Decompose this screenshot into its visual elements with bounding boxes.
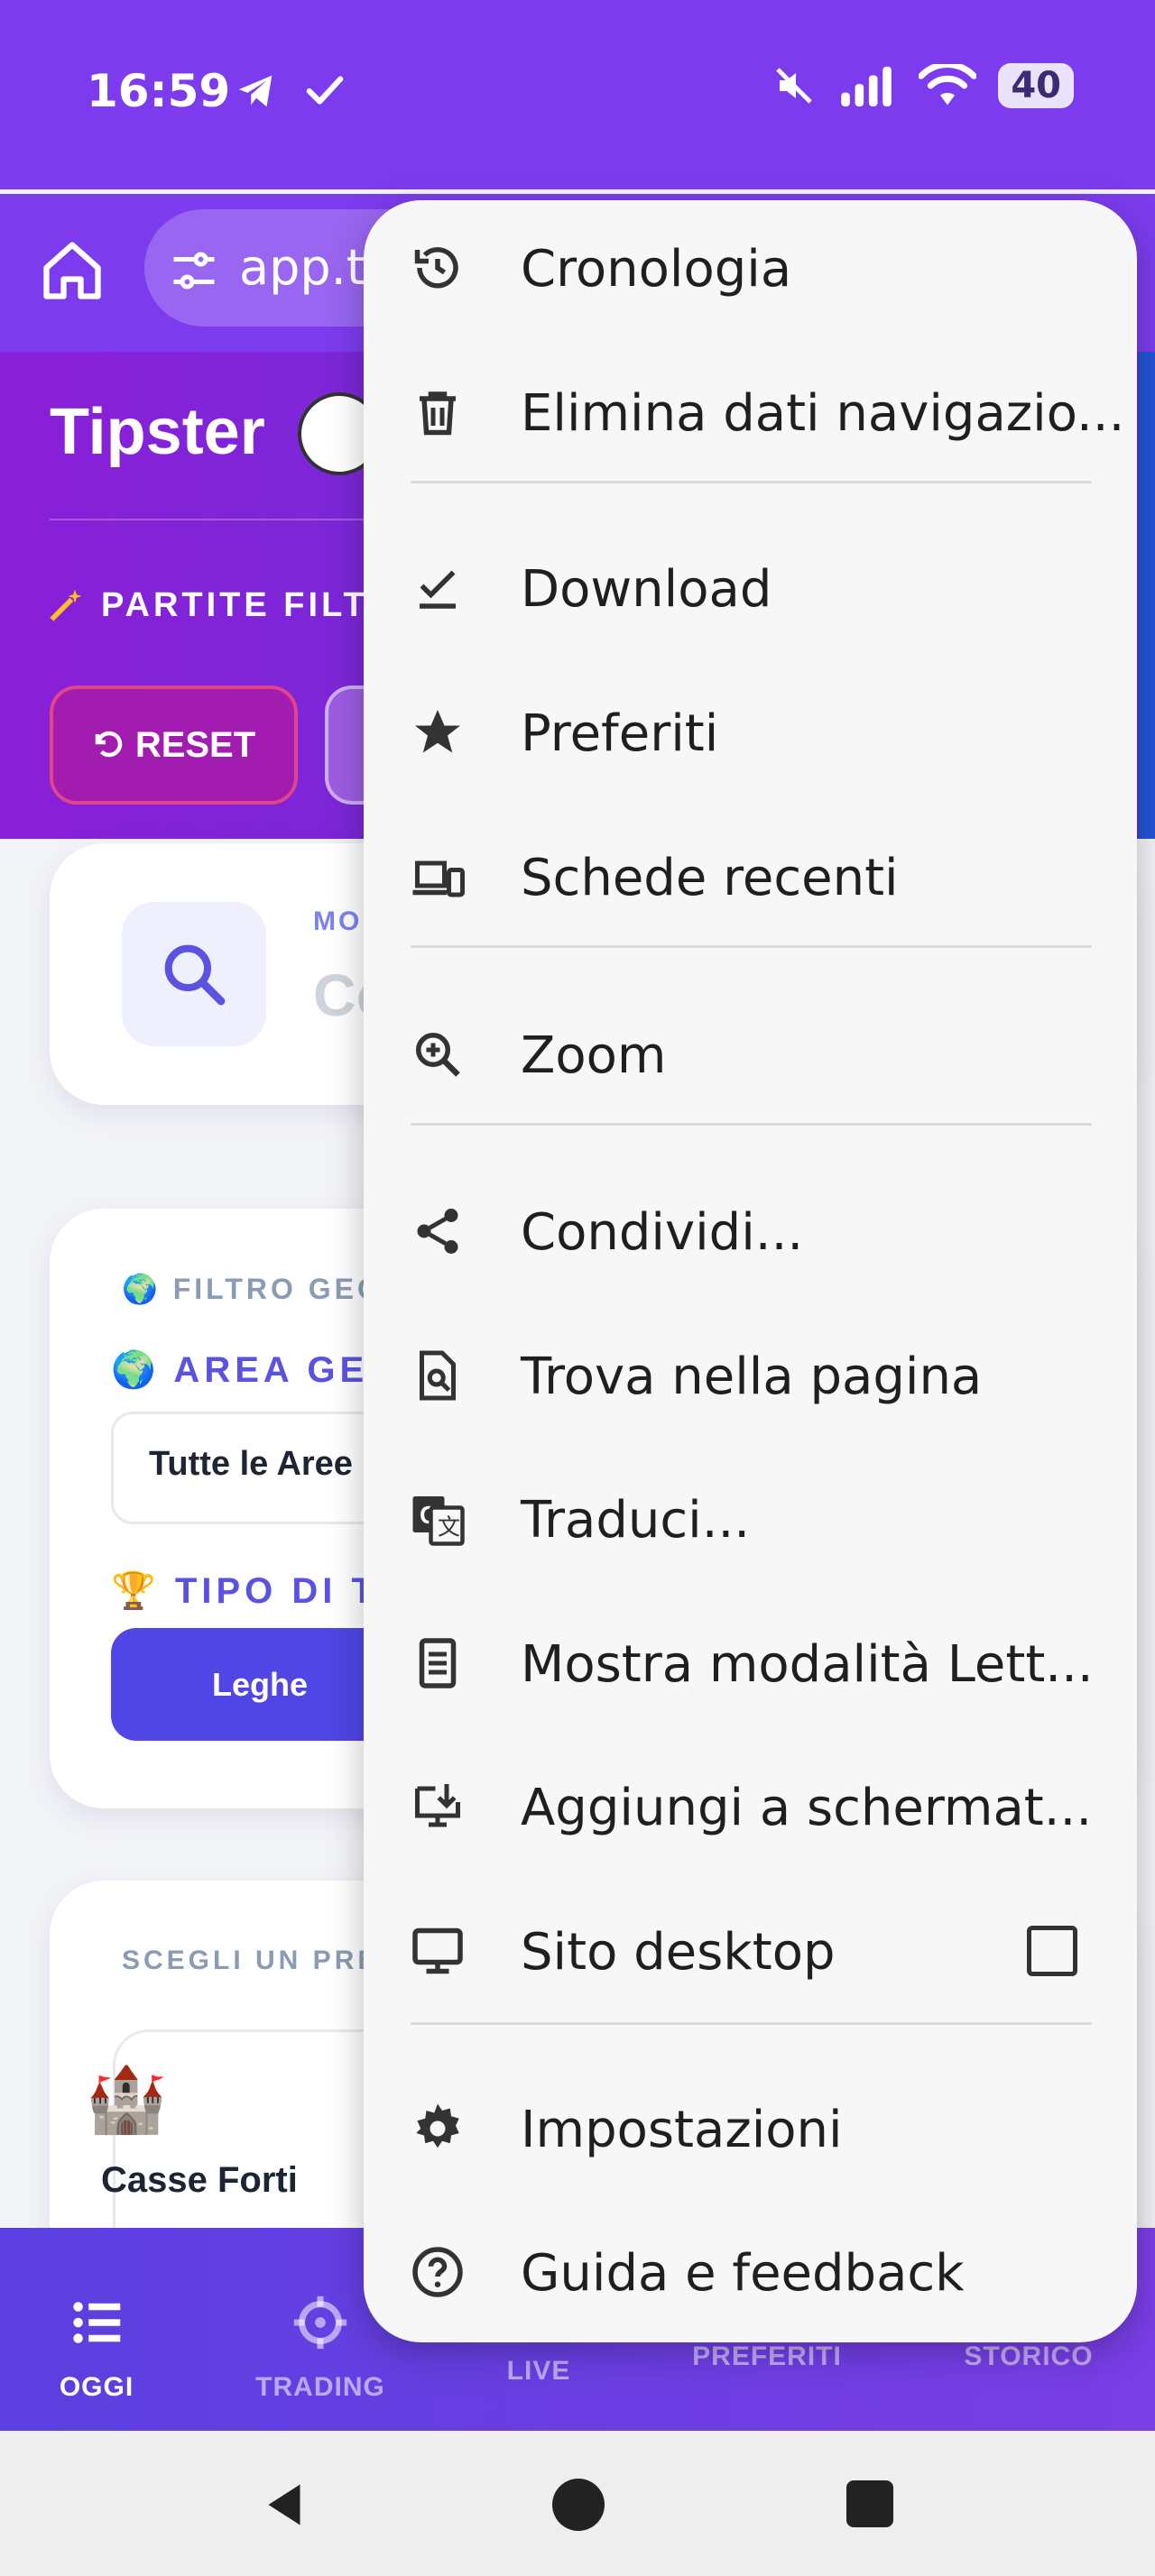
battery-indicator: 40 <box>998 63 1074 108</box>
wifi-icon <box>919 64 977 106</box>
menu-label: Mostra modalità Lett... <box>521 1635 1094 1694</box>
url-text[interactable]: app.t <box>239 239 365 296</box>
menu-item-share[interactable]: Condividi... <box>364 1164 1137 1299</box>
undo-icon <box>95 731 123 758</box>
home-icon[interactable] <box>38 236 106 305</box>
menu-item-downloads[interactable]: Download <box>364 520 1137 656</box>
status-time: 16:59 <box>87 65 231 117</box>
status-icons: 40 <box>772 63 1074 108</box>
home-circle-icon[interactable] <box>552 2479 605 2531</box>
menu-item-desktop-site[interactable]: Sito desktop <box>364 1883 1137 2019</box>
menu-item-bookmarks[interactable]: Preferiti <box>364 665 1137 800</box>
menu-item-clear-data[interactable]: Elimina dati navigazio... <box>364 345 1137 480</box>
menu-label: Aggiungi a schermat... <box>521 1779 1093 1837</box>
site-settings-icon[interactable] <box>167 244 221 298</box>
preset-label: SCEGLI UN PRE <box>122 1946 380 1975</box>
status-bar: 16:59 40 <box>0 0 1155 189</box>
reset-label: RESET <box>134 724 256 765</box>
menu-item-find-in-page[interactable]: Trova nella pagina <box>364 1308 1137 1443</box>
back-icon[interactable] <box>257 2476 311 2534</box>
menu-label: Trova nella pagina <box>521 1348 983 1406</box>
star-icon <box>415 710 460 753</box>
menu-divider <box>411 945 1092 948</box>
nav-label: PREFERITI <box>692 2341 842 2371</box>
history-icon <box>414 247 458 289</box>
browser-overflow-menu: Cronologia Elimina dati navigazio... Dow… <box>364 200 1137 2342</box>
gear-icon <box>416 2103 459 2148</box>
menu-label: Download <box>521 560 772 619</box>
search-icon <box>164 944 226 1006</box>
area-label: 🌍 AREA GEO <box>111 1350 402 1390</box>
nav-item-live[interactable]: LIVE <box>439 2356 638 2387</box>
geo-filter-label: 🌍 FILTRO GEO <box>122 1273 383 1305</box>
share-icon <box>417 1209 458 1254</box>
nav-item-preferiti[interactable]: PREFERITI <box>668 2341 866 2372</box>
telegram-icon <box>238 75 273 107</box>
menu-item-translate[interactable]: G文 Traduci... <box>364 1451 1137 1587</box>
desktop-icon <box>412 1927 463 1974</box>
menu-label: Guida e feedback <box>521 2244 965 2303</box>
nav-label: STORICO <box>964 2341 1094 2371</box>
preset-item-name[interactable]: Casse Forti <box>101 2160 298 2201</box>
menu-item-zoom[interactable]: Zoom <box>364 987 1137 1122</box>
menu-item-reader-mode[interactable]: Mostra modalità Lett... <box>364 1596 1137 1731</box>
check-icon <box>306 76 344 105</box>
translate-icon: G文 <box>412 1496 465 1546</box>
svg-text:文: 文 <box>438 1515 460 1541</box>
download-check-icon <box>420 570 456 609</box>
menu-divider <box>411 481 1092 483</box>
nav-label: TRADING <box>255 2372 385 2402</box>
devices-icon <box>412 860 465 897</box>
hero-edge <box>1139 352 1155 839</box>
nav-item-oggi[interactable]: OGGI <box>0 2291 196 2403</box>
menu-label: Schede recenti <box>521 849 899 907</box>
menu-item-history[interactable]: Cronologia <box>364 200 1137 336</box>
magic-wand-icon <box>50 589 82 621</box>
menu-label: Zoom <box>521 1026 667 1085</box>
reader-mode-icon <box>419 1638 457 1688</box>
list-icon <box>73 2302 121 2343</box>
add-to-home-icon <box>415 1784 460 1827</box>
menu-label: Elimina dati navigazio... <box>521 384 1125 443</box>
nav-label: OGGI <box>59 2372 134 2402</box>
recents-icon[interactable] <box>846 2480 893 2527</box>
menu-item-recent-tabs[interactable]: Schede recenti <box>364 809 1137 944</box>
menu-label: Cronologia <box>521 240 792 299</box>
menu-item-add-to-home[interactable]: Aggiungi a schermat... <box>364 1739 1137 1874</box>
trash-icon <box>420 391 456 436</box>
help-icon <box>412 2247 463 2297</box>
desktop-site-checkbox[interactable] <box>1027 1926 1077 1976</box>
nav-label: LIVE <box>506 2356 571 2386</box>
menu-divider <box>411 2022 1092 2025</box>
reset-button[interactable]: RESET <box>50 685 298 805</box>
menu-label: Preferiti <box>521 704 719 763</box>
search-icon-box[interactable] <box>122 902 266 1046</box>
menu-label: Traduci... <box>521 1491 751 1550</box>
menu-label: Sito desktop <box>521 1923 836 1982</box>
find-in-page-icon <box>420 1350 456 1401</box>
castle-icon: 🏰 <box>86 2064 167 2136</box>
signal-icon <box>841 66 892 106</box>
menu-item-help[interactable]: Guida e feedback <box>364 2204 1137 2340</box>
area-select-value[interactable]: Tutte le Aree <box>149 1445 353 1484</box>
menu-divider <box>411 1123 1092 1126</box>
menu-label: Impostazioni <box>521 2101 843 2159</box>
zoom-icon <box>416 1033 460 1077</box>
mute-icon <box>776 68 813 104</box>
hero-subtitle: PARTITE FILT <box>101 586 368 624</box>
app-title: Tipster <box>50 396 265 468</box>
menu-item-settings[interactable]: Impostazioni <box>364 2061 1137 2196</box>
mode-label: MO <box>313 906 363 936</box>
menu-label: Condividi... <box>521 1203 804 1262</box>
nav-item-storico[interactable]: STORICO <box>929 2341 1128 2372</box>
target-icon <box>293 2295 347 2350</box>
